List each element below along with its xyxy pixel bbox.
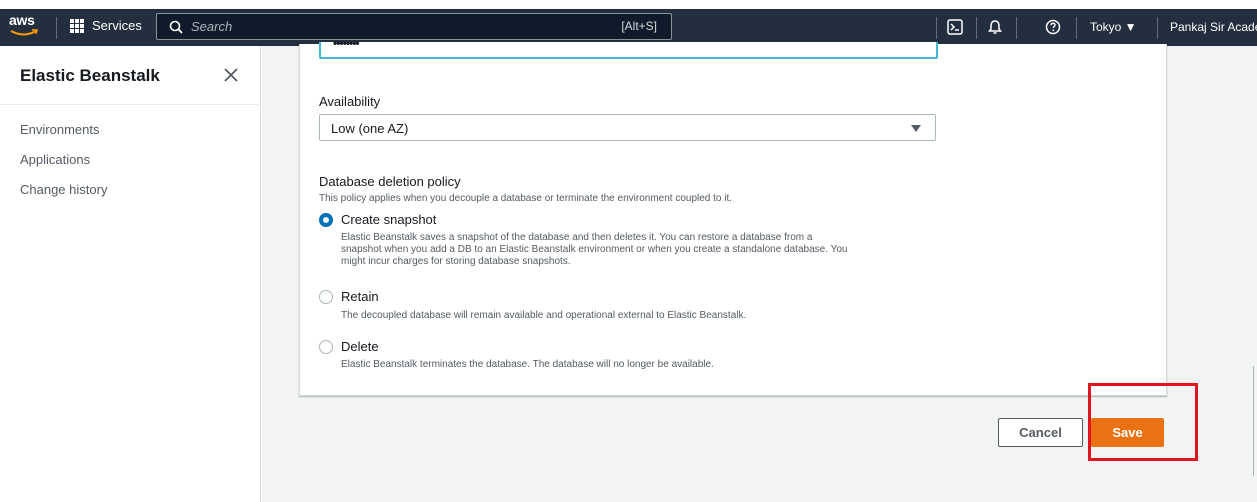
aws-logo-text: aws <box>9 12 35 28</box>
sidepanel-title: Elastic Beanstalk <box>20 66 160 85</box>
cloudshell-icon[interactable] <box>946 18 964 36</box>
nav-divider <box>1076 17 1077 39</box>
cancel-button[interactable]: Cancel <box>998 418 1083 447</box>
aws-logo[interactable]: aws <box>8 12 42 42</box>
delete-description: Elastic Beanstalk terminates the databas… <box>341 359 714 370</box>
sidebar-item-environments[interactable]: Environments <box>20 122 99 137</box>
aws-smile-icon <box>10 29 38 36</box>
nav-divider <box>1157 17 1158 39</box>
retain-radio[interactable] <box>319 290 333 304</box>
help-icon[interactable] <box>1044 18 1062 36</box>
sidebar-item-applications[interactable]: Applications <box>20 152 90 167</box>
services-menu-button[interactable]: Services <box>70 18 142 33</box>
apps-grid-icon <box>70 18 84 33</box>
delete-label[interactable]: Delete <box>341 339 379 354</box>
sidepanel-divider <box>0 104 261 105</box>
nav-divider <box>1016 17 1017 39</box>
search-shortcut-hint: [Alt+S] <box>621 19 657 33</box>
deletion-policy-label: Database deletion policy <box>319 174 461 189</box>
search-box[interactable]: [Alt+S] <box>156 13 672 40</box>
password-value: •••••••• <box>333 36 360 50</box>
save-highlight-box <box>1088 383 1198 461</box>
search-input[interactable] <box>191 19 591 34</box>
side-navigation-panel: Elastic Beanstalk Environments Applicati… <box>0 46 261 502</box>
main-content: •••••••• Availability Low (one AZ) Datab… <box>262 36 1257 502</box>
create-snapshot-label[interactable]: Create snapshot <box>341 212 436 227</box>
search-icon <box>169 20 183 34</box>
nav-divider <box>976 17 977 39</box>
create-snapshot-radio[interactable] <box>319 213 333 227</box>
create-snapshot-description: Elastic Beanstalk saves a snapshot of th… <box>341 232 848 267</box>
password-field[interactable]: •••••••• <box>319 36 938 59</box>
region-selector[interactable]: Tokyo ▼ <box>1090 20 1137 34</box>
sidebar-item-change-history[interactable]: Change history <box>20 182 107 197</box>
availability-selected-value: Low (one AZ) <box>331 121 409 136</box>
caret-down-icon <box>911 125 921 132</box>
deletion-policy-description: This policy applies when you decouple a … <box>319 193 733 204</box>
account-menu[interactable]: Pankaj Sir Acade <box>1170 20 1257 34</box>
notifications-bell-icon[interactable] <box>986 18 1004 36</box>
close-icon[interactable] <box>222 66 240 84</box>
retain-label[interactable]: Retain <box>341 289 379 304</box>
scrollbar[interactable] <box>1253 366 1254 476</box>
delete-radio[interactable] <box>319 340 333 354</box>
availability-label: Availability <box>319 94 381 109</box>
services-label: Services <box>92 18 142 33</box>
database-settings-card: •••••••• Availability Low (one AZ) Datab… <box>299 36 1167 396</box>
nav-divider <box>936 17 937 39</box>
availability-select[interactable]: Low (one AZ) <box>319 114 936 141</box>
top-navigation-bar: aws Services [Alt+S] Tokyo ▼ Pankaj Sir … <box>0 9 1257 46</box>
retain-description: The decoupled database will remain avail… <box>341 310 747 321</box>
nav-divider <box>56 17 57 39</box>
